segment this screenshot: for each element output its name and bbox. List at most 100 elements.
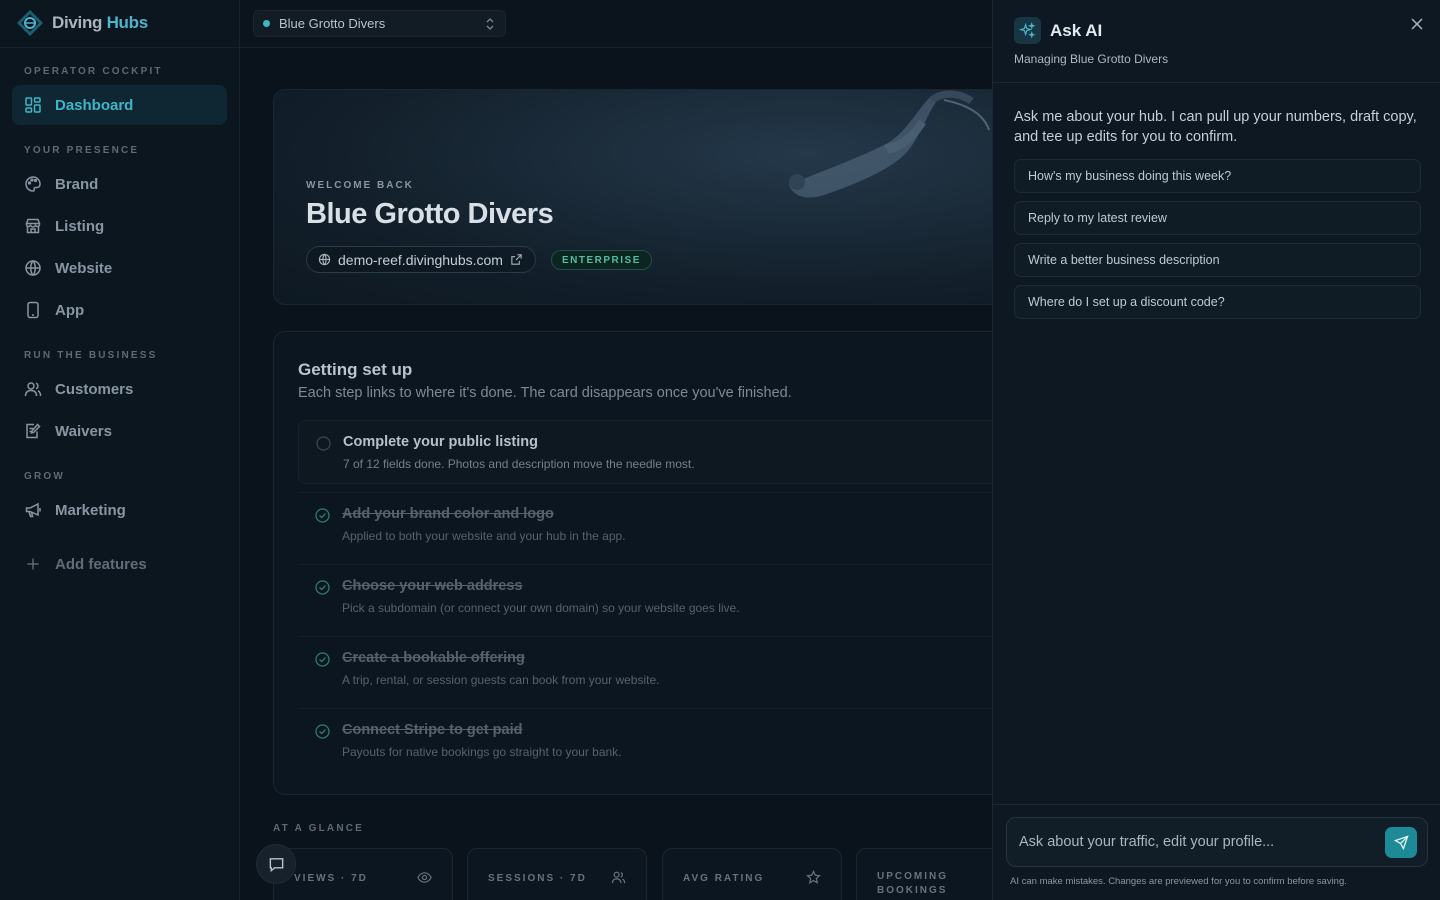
sidebar-item-website[interactable]: Website xyxy=(12,248,227,288)
ai-panel-subtitle: Managing Blue Grotto Divers xyxy=(1014,52,1169,66)
palette-icon xyxy=(25,176,41,192)
setup-step-title: Create a bookable offering xyxy=(342,650,525,666)
sidebar-item-brand[interactable]: Brand xyxy=(12,164,227,204)
stat-card-sessions[interactable]: SESSIONS · 7D xyxy=(467,848,647,900)
stat-label: VIEWS · 7D xyxy=(294,873,368,884)
sparkles-icon xyxy=(1019,22,1036,39)
setup-step-title: Choose your web address xyxy=(342,578,523,594)
stat-card-avg-rating[interactable]: AVG RATING xyxy=(662,848,842,900)
chat-bubble-icon xyxy=(269,857,283,872)
empty-circle-icon xyxy=(316,436,331,451)
ai-footer-divider xyxy=(993,804,1440,805)
setup-card-title: Getting set up xyxy=(298,360,413,379)
setup-step-desc: Pick a subdomain (or connect your own do… xyxy=(342,601,740,615)
send-icon xyxy=(1393,835,1409,850)
setup-step-desc: A trip, rental, or session guests can bo… xyxy=(342,673,660,687)
at-a-glance-label: AT A GLANCE xyxy=(273,823,365,834)
hub-title: Blue Grotto Divers xyxy=(306,198,554,230)
eye-icon xyxy=(417,872,432,883)
ai-disclaimer: AI can make mistakes. Changes are previe… xyxy=(1010,876,1347,887)
setup-step-brand-color[interactable]: Add your brand color and logo Applied to… xyxy=(298,492,1034,564)
setup-step-title: Connect Stripe to get paid xyxy=(342,722,523,738)
sidebar-item-customers[interactable]: Customers xyxy=(12,369,227,409)
setup-step-desc: 7 of 12 fields done. Photos and descript… xyxy=(343,457,695,471)
close-icon[interactable] xyxy=(1410,17,1424,31)
sidebar-item-dashboard[interactable]: Dashboard xyxy=(12,85,227,125)
send-button[interactable] xyxy=(1385,827,1417,858)
globe-icon xyxy=(318,253,331,266)
brand-name: Diving Hubs xyxy=(52,13,148,33)
chat-launcher-button[interactable] xyxy=(256,844,296,884)
plus-icon xyxy=(27,558,39,570)
sidebar-item-listing[interactable]: Listing xyxy=(12,206,227,246)
ai-suggestion-chip[interactable]: Reply to my latest review xyxy=(1014,201,1421,235)
ai-message-input[interactable] xyxy=(1019,826,1369,858)
setup-step-connect-stripe[interactable]: Connect Stripe to get paid Payouts for n… xyxy=(298,708,1034,780)
setup-step-web-address[interactable]: Choose your web address Pick a subdomain… xyxy=(298,564,1034,636)
ai-composer xyxy=(1006,817,1428,867)
document-edit-icon xyxy=(26,423,41,439)
sidebar-item-label: Brand xyxy=(55,175,99,193)
sidebar-item-label: Waivers xyxy=(55,422,112,440)
stat-label-line2: BOOKINGS xyxy=(877,885,948,896)
check-circle-icon xyxy=(315,652,330,667)
megaphone-icon xyxy=(25,502,41,518)
stat-label: AVG RATING xyxy=(683,873,765,884)
setup-step-title: Add your brand color and logo xyxy=(342,506,554,522)
sidebar-item-marketing[interactable]: Marketing xyxy=(12,490,227,530)
sidebar-divider xyxy=(0,47,239,48)
hub-status-dot xyxy=(263,20,270,27)
section-label-operator-cockpit: OPERATOR COCKPIT xyxy=(24,66,163,77)
setup-step-bookable-offering[interactable]: Create a bookable offering A trip, renta… xyxy=(298,636,1034,708)
hub-url-text: demo-reef.divinghubs.com xyxy=(338,251,503,268)
sidebar-item-waivers[interactable]: Waivers xyxy=(12,411,227,451)
hero-kicker: WELCOME BACK xyxy=(306,180,414,191)
sidebar-item-label: Website xyxy=(55,259,113,277)
sidebar-item-add-features[interactable]: Add features xyxy=(12,544,227,584)
stat-label: UPCOMING BOOKINGS xyxy=(877,870,948,898)
section-label-your-presence: YOUR PRESENCE xyxy=(24,145,140,156)
external-link-icon xyxy=(511,254,522,265)
check-circle-icon xyxy=(315,508,330,523)
stat-label-line1: UPCOMING xyxy=(877,871,948,882)
ask-ai-panel: Ask AI Managing Blue Grotto Divers Ask m… xyxy=(992,0,1440,900)
users-icon xyxy=(611,871,626,884)
star-icon xyxy=(806,870,821,884)
hub-selector-label: Blue Grotto Divers xyxy=(279,16,386,31)
ai-panel-title: Ask AI xyxy=(1050,21,1103,40)
diver-illustration xyxy=(789,90,990,198)
dashboard-icon xyxy=(25,97,41,113)
setup-step-title: Complete your public listing xyxy=(343,434,538,450)
setup-step-public-listing[interactable]: Complete your public listing 7 of 12 fie… xyxy=(298,420,1034,484)
check-circle-icon xyxy=(315,724,330,739)
brand-name-part2: Hubs xyxy=(106,13,149,32)
sidebar-item-app[interactable]: App xyxy=(12,290,227,330)
sidebar-item-label: Add features xyxy=(55,555,147,573)
sidebar-item-label: Listing xyxy=(55,217,105,235)
brand-name-part1: Diving xyxy=(52,13,107,32)
sidebar: Diving Hubs OPERATOR COCKPIT Dashboard Y… xyxy=(0,0,240,900)
setup-card-subtitle: Each step links to where it's done. The … xyxy=(298,385,792,401)
welcome-hero: WELCOME BACK Blue Grotto Divers demo-ree… xyxy=(273,89,1033,305)
hub-selector[interactable]: Blue Grotto Divers xyxy=(253,10,506,37)
brand-logo-link[interactable]: Diving Hubs xyxy=(16,9,148,37)
sidebar-item-label: Customers xyxy=(55,380,134,398)
ai-panel-header: Ask AI Managing Blue Grotto Divers xyxy=(993,0,1440,83)
sidebar-item-label: Dashboard xyxy=(55,96,134,114)
main-content: WELCOME BACK Blue Grotto Divers demo-ree… xyxy=(240,48,1036,900)
section-label-grow: GROW xyxy=(24,471,66,482)
ai-suggestion-chip[interactable]: How's my business doing this week? xyxy=(1014,159,1421,193)
section-label-run-the-business: RUN THE BUSINESS xyxy=(24,350,158,361)
hub-url-link[interactable]: demo-reef.divinghubs.com xyxy=(306,246,536,273)
chevron-up-down-icon xyxy=(486,18,494,30)
stat-card-views[interactable]: VIEWS · 7D xyxy=(273,848,453,900)
users-icon xyxy=(24,382,42,397)
ai-suggestion-chip[interactable]: Where do I set up a discount code? xyxy=(1014,285,1421,319)
setup-step-desc: Applied to both your website and your hu… xyxy=(342,529,626,543)
ai-intro-message: Ask me about your hub. I can pull up you… xyxy=(1014,109,1417,145)
diving-hubs-logo-icon xyxy=(17,10,43,36)
getting-set-up-card: Getting set up Each step links to where … xyxy=(273,331,1034,795)
ai-suggestion-chip[interactable]: Write a better business description xyxy=(1014,243,1421,277)
sidebar-item-label: App xyxy=(55,301,85,319)
globe-icon xyxy=(25,259,41,277)
